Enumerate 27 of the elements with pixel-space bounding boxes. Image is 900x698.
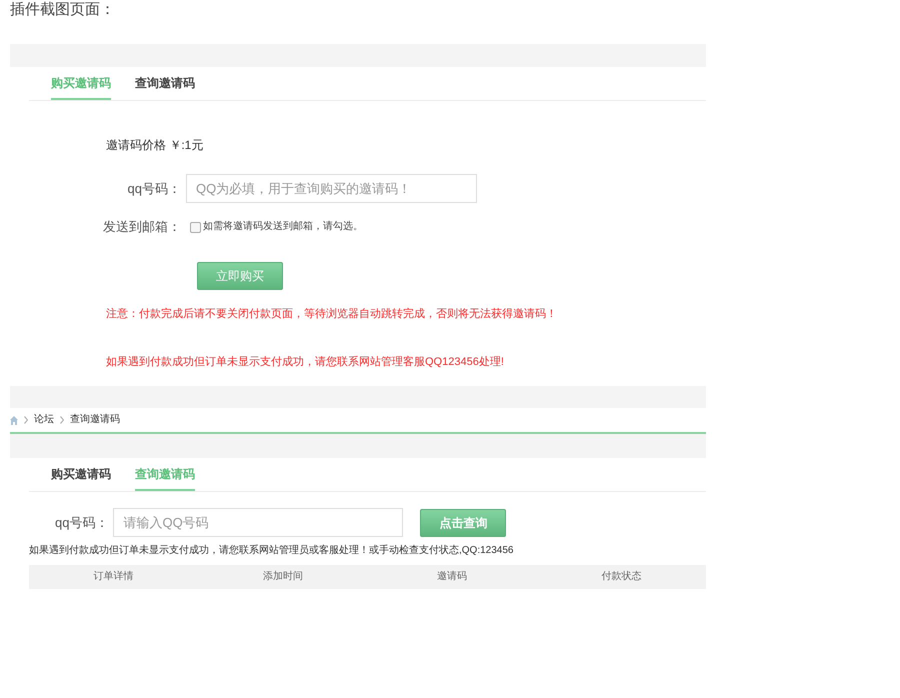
- tab[interactable]: 购买邀请码: [51, 466, 111, 491]
- field-label: qq号码：: [126, 180, 181, 196]
- breadcrumb-link[interactable]: 论坛: [34, 413, 54, 427]
- warning-text: 注意：付款完成后请不要关闭付款页面，等待浏览器自动跳转完成，否则将无法获得邀请码！: [106, 306, 557, 322]
- checkbox-hint: 如需将邀请码发送到邮箱，请勾选。: [203, 220, 363, 234]
- chevron-icon: [60, 416, 64, 424]
- buy-button[interactable]: 立即购买: [197, 262, 283, 290]
- page-title: 插件截图页面：: [10, 0, 115, 20]
- column-header: 添加时间: [262, 570, 303, 584]
- tab[interactable]: 购买邀请码: [51, 75, 111, 100]
- help-text: 如果遇到付款成功但订单未显示支付成功，请您联系网站管理员或客服处理！或手动检查支付状态,QQ:123456: [29, 544, 514, 558]
- column-header: 付款状态: [601, 570, 642, 584]
- tab[interactable]: 查询邀请码: [135, 466, 195, 491]
- qq-input-field[interactable]: QQ为必填，用于查询购买的邀请码！: [186, 174, 477, 203]
- chevron-icon: [24, 416, 28, 424]
- price-text: 邀请码价格 ￥:1元: [106, 137, 204, 153]
- column-header: 邀请码: [437, 570, 468, 584]
- qq-input-field[interactable]: 请输入QQ号码: [113, 508, 404, 537]
- tab[interactable]: 查询邀请码: [135, 75, 195, 100]
- warning-text: 如果遇到付款成功但订单未显示支付成功，请您联系网站管理客服QQ123456处理!: [106, 354, 504, 370]
- field-label: 发送到邮箱：: [102, 219, 181, 235]
- field-label: qq号码：: [55, 514, 108, 530]
- column-header: 订单详情: [94, 570, 134, 584]
- home-icon[interactable]: [10, 416, 18, 424]
- query-button[interactable]: 点击查询: [420, 508, 506, 536]
- breadcrumb-current: 查询邀请码: [70, 413, 120, 427]
- checkbox[interactable]: [190, 222, 201, 232]
